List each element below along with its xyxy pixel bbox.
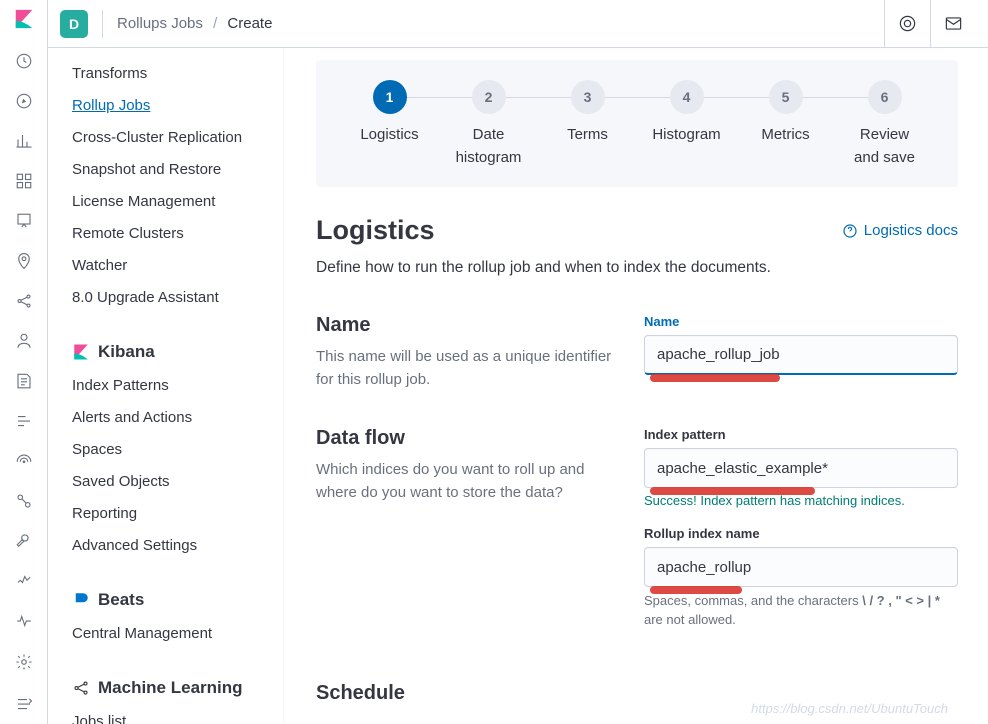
breadcrumb-current: Create: [227, 15, 272, 32]
dashboard-icon[interactable]: [14, 172, 34, 190]
step-date-histogram[interactable]: 2Datehistogram: [439, 80, 538, 169]
page-content: 1Logistics2Datehistogram3Terms4Histogram…: [284, 48, 988, 724]
rollup-index-label: Rollup index name: [644, 526, 958, 541]
ml-section-icon: [72, 679, 90, 697]
name-label: Name: [644, 314, 958, 329]
name-description: This name will be used as a unique ident…: [316, 345, 616, 392]
dataflow-heading: Data flow: [316, 427, 616, 450]
collapse-icon[interactable]: [14, 694, 34, 714]
sidebar-item-cross-cluster-replication[interactable]: Cross-Cluster Replication: [72, 122, 283, 154]
ml-section: Machine Learning: [72, 678, 283, 698]
logs-icon[interactable]: [14, 372, 34, 390]
kibana-icon: [72, 343, 90, 361]
sidebar-item-transforms[interactable]: Transforms: [72, 58, 283, 90]
management-icon[interactable]: [14, 652, 34, 672]
breadcrumb: Rollups Jobs / Create: [117, 15, 272, 32]
annotation-mark: [650, 487, 815, 495]
sidebar-item-advanced-settings[interactable]: Advanced Settings: [72, 530, 283, 562]
sidebar-item-license-management[interactable]: License Management: [72, 186, 283, 218]
name-input[interactable]: [644, 335, 958, 375]
topbar: D Rollups Jobs / Create: [48, 0, 988, 48]
annotation-mark: [650, 586, 742, 594]
uptime-icon[interactable]: [14, 452, 34, 470]
step-histogram[interactable]: 4Histogram: [637, 80, 736, 169]
stack-icon[interactable]: [14, 572, 34, 590]
annotation-mark: [650, 374, 780, 382]
dev-icon[interactable]: [14, 532, 34, 550]
ml-icon[interactable]: [14, 292, 34, 310]
apm-icon[interactable]: [14, 412, 34, 430]
index-pattern-help: Success! Index pattern has matching indi…: [644, 493, 958, 508]
sidebar-item-snapshot-and-restore[interactable]: Snapshot and Restore: [72, 154, 283, 186]
sidebar-item-saved-objects[interactable]: Saved Objects: [72, 466, 283, 498]
dataflow-description: Which indices do you want to roll up and…: [316, 458, 616, 505]
sidebar-item-8-0-upgrade-assistant[interactable]: 8.0 Upgrade Assistant: [72, 282, 283, 314]
discover-icon[interactable]: [14, 92, 34, 110]
index-pattern-input[interactable]: [644, 448, 958, 488]
sidebar-item-reporting[interactable]: Reporting: [72, 498, 283, 530]
sidebar-item-alerts-and-actions[interactable]: Alerts and Actions: [72, 402, 283, 434]
divider: [102, 10, 103, 38]
maps-icon[interactable]: [14, 252, 34, 270]
infra-icon[interactable]: [14, 332, 34, 350]
rollup-index-input[interactable]: [644, 547, 958, 587]
sidebar-item-jobs-list[interactable]: Jobs list: [72, 706, 283, 724]
sidebar: TransformsRollup JobsCross-Cluster Repli…: [48, 48, 284, 724]
index-pattern-label: Index pattern: [644, 427, 958, 442]
sidebar-item-remote-clusters[interactable]: Remote Clusters: [72, 218, 283, 250]
breadcrumb-parent[interactable]: Rollups Jobs: [117, 15, 203, 32]
canvas-icon[interactable]: [14, 212, 34, 230]
step-terms[interactable]: 3Terms: [538, 80, 637, 169]
siem-icon[interactable]: [14, 492, 34, 510]
sidebar-item-spaces[interactable]: Spaces: [72, 434, 283, 466]
step-logistics[interactable]: 1Logistics: [340, 80, 439, 169]
page-description: Define how to run the rollup job and whe…: [316, 256, 796, 280]
beats-icon: [72, 591, 90, 609]
sidebar-item-watcher[interactable]: Watcher: [72, 250, 283, 282]
docs-link[interactable]: Logistics docs: [842, 222, 958, 239]
space-selector[interactable]: D: [60, 10, 88, 38]
sidebar-item-central-management[interactable]: Central Management: [72, 618, 283, 650]
beats-section: Beats: [72, 590, 283, 610]
name-heading: Name: [316, 314, 616, 337]
page-title: Logistics: [316, 215, 435, 246]
stepper: 1Logistics2Datehistogram3Terms4Histogram…: [316, 60, 958, 187]
recent-icon[interactable]: [14, 52, 34, 70]
kibana-section: Kibana: [72, 342, 283, 362]
kibana-logo-icon[interactable]: [13, 8, 35, 30]
step-metrics[interactable]: 5Metrics: [736, 80, 835, 169]
sidebar-item-index-patterns[interactable]: Index Patterns: [72, 370, 283, 402]
help-icon[interactable]: [884, 0, 930, 48]
rollup-index-help: Spaces, commas, and the characters \ / ?…: [644, 592, 958, 630]
step-review-and-save[interactable]: 6Reviewand save: [835, 80, 934, 169]
monitor-icon[interactable]: [14, 612, 34, 630]
schedule-heading: Schedule: [316, 682, 616, 705]
visualize-icon[interactable]: [14, 132, 34, 150]
icon-rail: [0, 0, 48, 724]
mail-icon[interactable]: [930, 0, 976, 48]
sidebar-item-rollup-jobs[interactable]: Rollup Jobs: [72, 90, 283, 122]
